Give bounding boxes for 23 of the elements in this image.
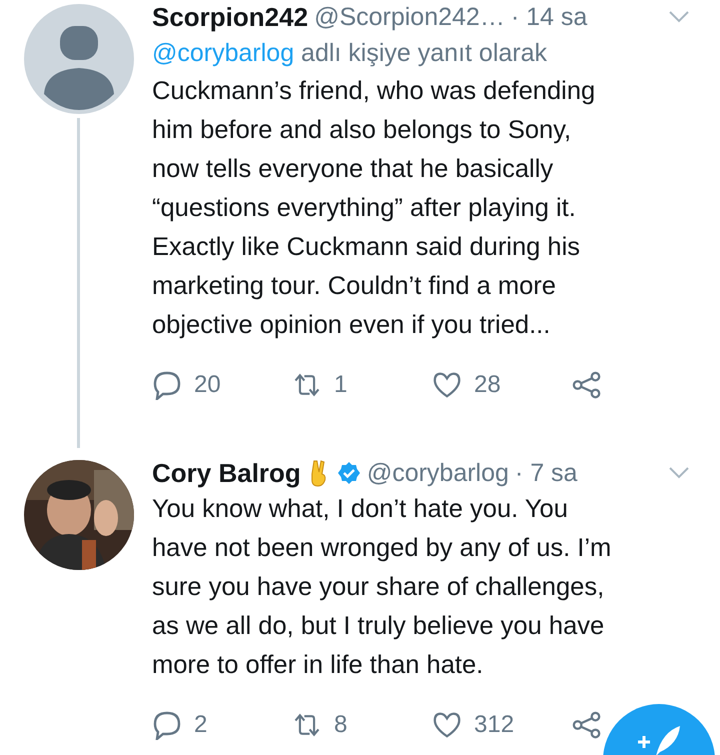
mention-link[interactable]: @corybarlog	[152, 39, 294, 67]
timestamp: · 7 sa	[514, 458, 578, 488]
display-name[interactable]: Scorpion242	[152, 2, 308, 32]
avatar-icon[interactable]	[24, 4, 134, 114]
heart-icon[interactable]	[432, 710, 462, 740]
user-handle[interactable]: @Scorpion242…	[314, 2, 505, 32]
reply-context: @corybarlog adlı kişiye yanıt olarak	[152, 38, 548, 69]
reply-icon[interactable]	[152, 710, 182, 740]
user-handle[interactable]: @corybarlog	[366, 458, 509, 488]
tweet-text: Cuckmann’s friend, who was defending him before and also belongs to Sony, now tells everyone that he basically “questions everything” after playing it. Exactly like Cuckmann said during his marketing tour. Couldn’t find a more objective opinion even if you tried...	[152, 76, 596, 341]
reply-count: 2	[194, 711, 208, 739]
share-icon[interactable]	[572, 370, 602, 400]
like-count: 28	[474, 371, 501, 399]
heart-icon[interactable]	[432, 370, 462, 400]
reply-icon[interactable]	[152, 370, 182, 400]
timestamp: · 14 sa	[510, 2, 588, 32]
tweet-text: You know what, I don’t hate you. You have not been wronged by any of us. I’m sure you have your share of challenges, as we all do, but I truly believe you have more to offer in life than hate.	[152, 494, 612, 681]
display-name[interactable]: Cory Balrog	[152, 458, 301, 488]
like-count: 312	[474, 711, 514, 739]
retweet-count: 1	[334, 371, 348, 399]
share-icon[interactable]	[572, 710, 602, 740]
reply-count: 20	[194, 371, 221, 399]
retweet-count: 8	[334, 711, 348, 739]
